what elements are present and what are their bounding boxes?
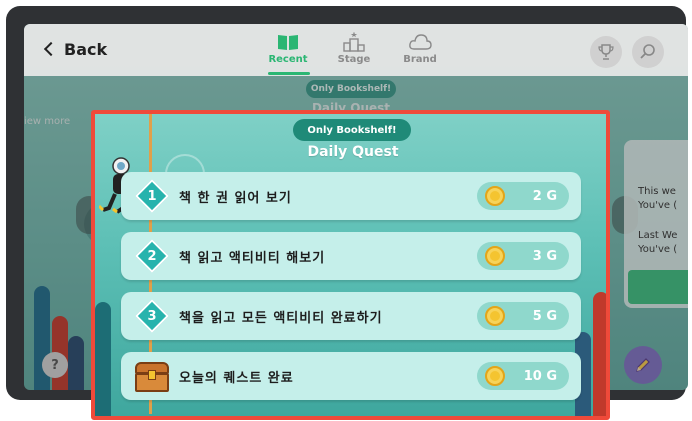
podium-icon: [343, 32, 365, 52]
quest-label: 오늘의 퀘스트 완료: [179, 370, 294, 386]
active-tab-indicator: [268, 72, 310, 75]
tab-stage[interactable]: Stage: [326, 32, 382, 72]
tab-label: Stage: [337, 54, 371, 65]
quest-reward: 10 G: [477, 362, 569, 390]
quest-reward: 5 G: [477, 302, 569, 330]
quest-number: 3: [147, 308, 157, 324]
quest-row[interactable]: 3 책을 읽고 모든 액티비티 완료하기 5 G: [121, 292, 581, 340]
reward-amount: 5 G: [532, 308, 557, 324]
quest-number-badge: 3: [135, 299, 169, 333]
coin-icon: [485, 366, 505, 386]
back-label: Back: [64, 39, 108, 59]
coin-icon: [485, 306, 505, 326]
quest-reward: 2 G: [477, 182, 569, 210]
tab-label: Recent: [268, 54, 308, 65]
book-icon: [278, 35, 298, 50]
coin-icon: [485, 246, 505, 266]
cloud-icon: [409, 34, 432, 50]
tab-brand[interactable]: Brand: [392, 32, 448, 72]
quest-number-badge: 1: [135, 179, 169, 213]
coin-icon: [485, 186, 505, 206]
back-button[interactable]: Back: [42, 36, 107, 62]
search-icon: [640, 44, 655, 59]
treasure-chest-icon: [135, 362, 169, 392]
quest-number: 2: [147, 248, 157, 264]
quest-badge: Only Bookshelf!: [293, 119, 411, 141]
trophy-button[interactable]: [590, 36, 622, 68]
trophy-icon: [598, 44, 614, 60]
quest-reward: 3 G: [477, 242, 569, 270]
search-button[interactable]: [632, 36, 664, 68]
tab-recent[interactable]: Recent: [260, 32, 316, 72]
chevron-left-icon: [43, 41, 59, 57]
quest-label: 책을 읽고 모든 액티비티 완료하기: [179, 310, 383, 326]
quest-title: Daily Quest: [307, 144, 399, 160]
tab-label: Brand: [403, 54, 437, 65]
top-bar: Back Recent Stage Brand: [24, 24, 688, 76]
quest-number: 1: [147, 188, 157, 204]
quest-label: 책 읽고 액티비티 해보기: [179, 250, 326, 266]
quest-label: 책 한 권 읽어 보기: [179, 190, 292, 206]
reward-amount: 3 G: [532, 248, 557, 264]
reward-amount: 10 G: [523, 368, 557, 384]
quest-row[interactable]: 2 책 읽고 액티비티 해보기 3 G: [121, 232, 581, 280]
quest-row[interactable]: 1 책 한 권 읽어 보기 2 G: [121, 172, 581, 220]
daily-quest-panel: Only Bookshelf! Daily Quest 1 책 한 권 읽어 보…: [91, 110, 610, 420]
quest-complete-row[interactable]: 오늘의 퀘스트 완료 10 G: [121, 352, 581, 400]
quest-number-badge: 2: [135, 239, 169, 273]
reward-amount: 2 G: [532, 188, 557, 204]
